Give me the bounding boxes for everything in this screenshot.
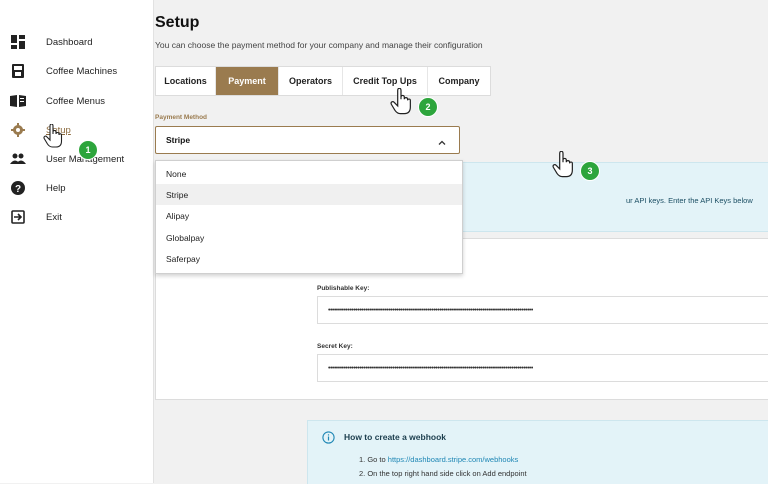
publishable-key-field[interactable]: ••••••••••••••••••••••••••••••••••••••••…	[317, 296, 768, 324]
page-title: Setup	[155, 14, 200, 31]
option-alipay[interactable]: Alipay	[156, 205, 462, 226]
option-globalpay[interactable]: Globalpay	[156, 227, 462, 248]
sidebar-item-label: Exit	[46, 211, 62, 223]
chevron-up-icon	[437, 135, 447, 145]
option-saferpay[interactable]: Saferpay	[156, 248, 462, 269]
secret-key-label: Secret Key:	[317, 343, 353, 350]
users-icon	[10, 151, 26, 167]
publishable-key-label: Publishable Key:	[317, 285, 370, 292]
webhook-step-2: 2. On the top right hand side click on A…	[359, 469, 527, 478]
option-label: Saferpay	[166, 253, 201, 264]
option-label: Alipay	[166, 210, 190, 221]
tab-locations[interactable]: Locations	[156, 67, 216, 95]
tab-credit-top-ups[interactable]: Credit Top Ups	[343, 67, 428, 95]
hand-cursor-icon	[390, 87, 412, 120]
sidebar-item-coffee-menus[interactable]: Coffee Menus	[0, 90, 153, 112]
sidebar-item-user-management[interactable]: User Management	[0, 148, 153, 170]
payment-method-dropdown: None Stripe Alipay Globalpay Saferpay	[155, 160, 463, 274]
sidebar-item-label: Help	[46, 182, 66, 194]
step-text: 1. Go to	[359, 455, 388, 464]
sidebar-item-label: Dashboard	[46, 36, 93, 48]
sidebar-item-label: Coffee Menus	[46, 95, 105, 107]
sidebar-item-setup[interactable]: Setup	[0, 119, 153, 141]
secret-key-value: ••••••••••••••••••••••••••••••••••••••••…	[328, 364, 533, 372]
svg-text:?: ?	[15, 184, 21, 195]
secret-key-field[interactable]: ••••••••••••••••••••••••••••••••••••••••…	[317, 354, 768, 382]
info-circle-icon	[322, 431, 335, 449]
publishable-key-value: ••••••••••••••••••••••••••••••••••••••••…	[328, 306, 533, 314]
sidebar-item-coffee-machines[interactable]: Coffee Machines	[0, 60, 153, 82]
webhook-link[interactable]: https://dashboard.stripe.com/webhooks	[388, 455, 519, 464]
menu-book-icon	[10, 93, 26, 109]
coffee-machine-icon	[10, 63, 26, 79]
tab-company[interactable]: Company	[428, 67, 490, 95]
option-stripe[interactable]: Stripe	[156, 184, 462, 205]
option-label: Stripe	[166, 189, 189, 200]
sidebar-item-help[interactable]: ? Help	[0, 177, 153, 199]
sidebar-item-dashboard[interactable]: Dashboard	[0, 31, 153, 53]
step-badge-3: 3	[580, 161, 600, 181]
tab-operators[interactable]: Operators	[279, 67, 343, 95]
payment-method-select[interactable]: Stripe	[155, 126, 460, 154]
step-badge-1: 1	[78, 140, 98, 160]
dashboard-icon	[10, 34, 26, 50]
tab-bar: Locations Payment Operators Credit Top U…	[155, 66, 491, 96]
hand-cursor-icon	[552, 150, 574, 183]
step-badge-2: 2	[418, 97, 438, 117]
sidebar-item-label: Coffee Machines	[46, 65, 118, 77]
tab-payment[interactable]: Payment	[216, 67, 279, 95]
gear-icon	[10, 122, 26, 138]
sidebar: Dashboard Coffee Machines Coffee Menus S…	[0, 0, 154, 483]
exit-icon	[10, 209, 26, 225]
page-subtitle: You can choose the payment method for yo…	[155, 40, 483, 50]
webhook-title: How to create a webhook	[344, 432, 447, 442]
option-label: None	[166, 168, 187, 179]
option-label: Globalpay	[166, 232, 205, 243]
select-value: Stripe	[166, 135, 191, 145]
help-icon: ?	[10, 180, 26, 196]
webhook-step-1: 1. Go to https://dashboard.stripe.com/we…	[359, 455, 518, 464]
hand-cursor-icon	[43, 123, 63, 153]
info-text: ur API keys. Enter the API Keys below	[626, 196, 753, 205]
option-none[interactable]: None	[156, 163, 462, 184]
payment-method-label: Payment Method	[155, 114, 208, 121]
sidebar-item-exit[interactable]: Exit	[0, 206, 153, 228]
